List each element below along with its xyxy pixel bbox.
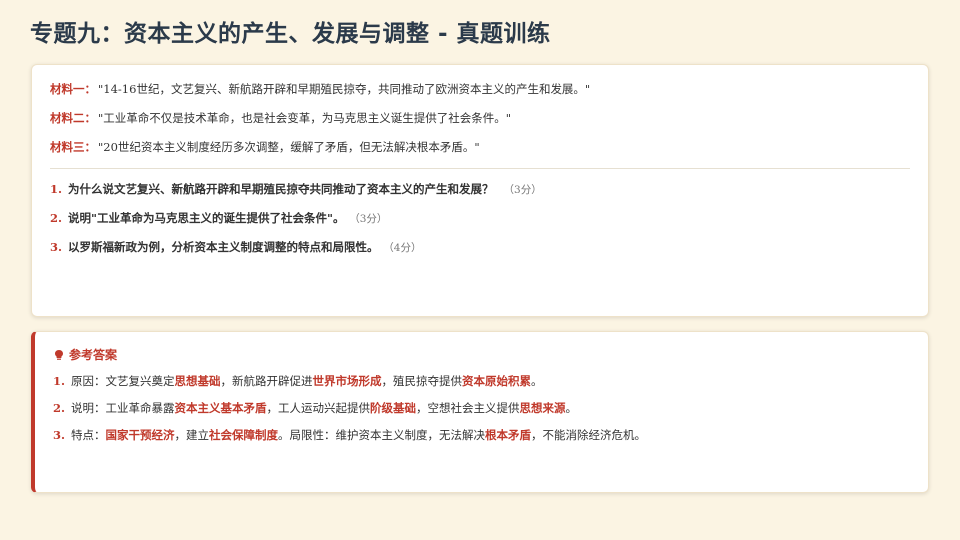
answer-keyword: 思想基础 — [174, 374, 221, 388]
question-number: 3. — [50, 240, 63, 254]
answer-number: 3. — [53, 428, 66, 442]
material-label: 材料二： — [50, 111, 96, 125]
answer-item: 2. 说明：工业革命暴露资本主义基本矛盾，工人运动兴起提供阶级基础，空想社会主义提… — [53, 400, 910, 416]
question-text: 为什么说文艺复兴、新航路开辟和早期殖民掠夺共同推动了资本主义的产生和发展？ — [68, 182, 494, 196]
answer-number: 1. — [53, 374, 66, 388]
page-title: 专题九：资本主义的产生、发展与调整 - 真题训练 — [30, 21, 551, 47]
material-2: 材料二： "工业革命不仅是技术革命，也是社会变革，为马克思主义诞生提供了社会条件。… — [50, 110, 910, 126]
question-3: 3. 以罗斯福新政为例，分析资本主义制度调整的特点和局限性。 （4分） — [50, 239, 910, 256]
answer-text: ，建立 — [174, 428, 210, 442]
material-label: 材料一： — [50, 82, 96, 96]
answer-text: ，不能消除经济危机。 — [531, 428, 647, 442]
answer-text: ，殖民掠夺提供 — [381, 374, 463, 388]
question-number: 1. — [50, 182, 63, 196]
answer-keyword: 阶级基础 — [370, 401, 417, 415]
question-text: 以罗斯福新政为例，分析资本主义制度调整的特点和局限性。 — [68, 240, 379, 254]
answer-keyword: 社会保障制度 — [209, 428, 279, 442]
answer-text: 。 — [565, 401, 578, 415]
question-score: （3分） — [503, 184, 542, 196]
answer-keyword: 资本原始积累 — [462, 374, 532, 388]
answer-item: 3. 特点：国家干预经济，建立社会保障制度。局限性：维护资本主义制度，无法解决根本… — [53, 427, 910, 443]
material-3: 材料三： "20世纪资本主义制度经历多次调整，缓解了矛盾，但无法解决根本矛盾。" — [50, 139, 910, 155]
answer-text: ，空想社会主义提供 — [416, 401, 520, 415]
answer-text: ，工人运动兴起提供 — [266, 401, 371, 415]
question-text: 说明"工业革命为马克思主义的诞生提供了社会条件"。 — [68, 211, 345, 225]
material-text: "工业革命不仅是技术革命，也是社会变革，为马克思主义诞生提供了社会条件。" — [98, 111, 512, 125]
question-score: （3分） — [354, 213, 388, 225]
answer-item: 1. 原因：文艺复兴奠定思想基础，新航路开辟促进世界市场形成，殖民掠夺提供资本原始… — [53, 373, 910, 389]
material-text: "20世纪资本主义制度经历多次调整，缓解了矛盾，但无法解决根本矛盾。" — [98, 140, 480, 154]
answers-card: 参考答案 1. 原因：文艺复兴奠定思想基础，新航路开辟促进世界市场形成，殖民掠夺提… — [31, 331, 929, 493]
answer-text: 特点： — [71, 428, 106, 442]
answer-text: 说明：工业革命暴露 — [71, 401, 175, 415]
answer-keyword: 资本主义基本矛盾 — [174, 401, 267, 415]
divider — [50, 168, 910, 169]
question-number: 2. — [50, 211, 63, 225]
materials-card: 材料一： "14-16世纪，文艺复兴、新航路开辟和早期殖民掠夺，共同推动了欧洲资本… — [31, 64, 929, 317]
answer-text: 。 — [531, 374, 543, 388]
answer-keyword: 根本矛盾 — [485, 428, 532, 442]
lightbulb-icon — [55, 349, 63, 360]
material-1: 材料一： "14-16世纪，文艺复兴、新航路开辟和早期殖民掠夺，共同推动了欧洲资本… — [50, 81, 910, 97]
question-2: 2. 说明"工业革命为马克思主义的诞生提供了社会条件"。 （3分） — [50, 210, 910, 227]
answer-keyword: 国家干预经济 — [105, 428, 175, 442]
answer-text: 原因：文艺复兴奠定 — [71, 374, 175, 388]
answer-keyword: 思想来源 — [519, 401, 566, 415]
question-1: 1. 为什么说文艺复兴、新航路开辟和早期殖民掠夺共同推动了资本主义的产生和发展？ （… — [50, 181, 910, 198]
answers-heading: 参考答案 — [53, 346, 910, 363]
answers-heading-text: 参考答案 — [69, 348, 118, 362]
answer-text: 。局限性：维护资本主义制度，无法解决 — [278, 428, 486, 442]
answer-text: ，新航路开辟促进 — [220, 374, 313, 388]
material-text: "14-16世纪，文艺复兴、新航路开辟和早期殖民掠夺，共同推动了欧洲资本主义的产… — [98, 82, 591, 96]
material-label: 材料三： — [50, 140, 96, 154]
answer-keyword: 世界市场形成 — [312, 374, 382, 388]
question-score: （4分） — [388, 242, 422, 254]
answer-number: 2. — [53, 401, 66, 415]
